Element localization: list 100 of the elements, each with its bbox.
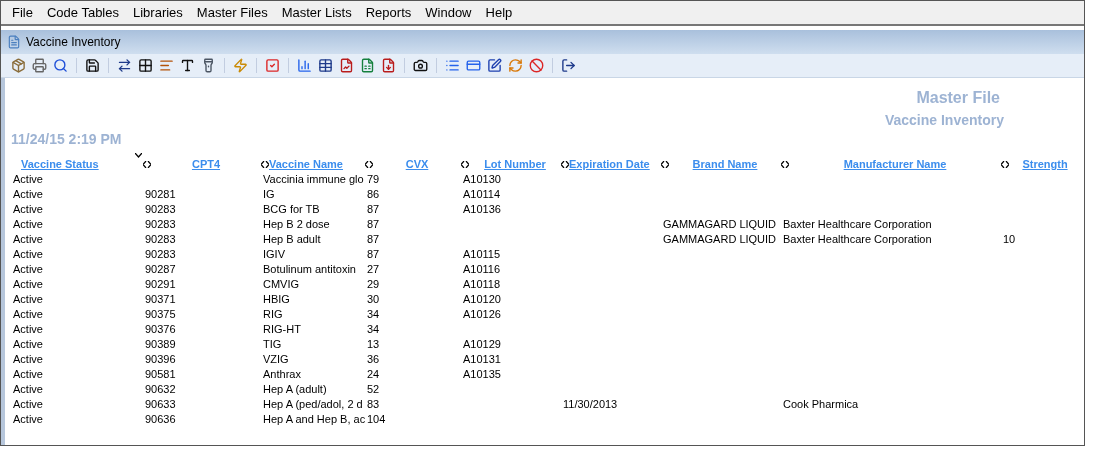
menu-item[interactable]: Master Lists — [274, 2, 359, 23]
table-cell: 34 — [367, 323, 380, 336]
resize-icon[interactable] — [365, 160, 373, 168]
resize-icon[interactable] — [261, 160, 269, 168]
table-cell: Active — [13, 398, 43, 411]
table-cell: 90375 — [145, 308, 176, 321]
table-cell: 11/30/2013 — [563, 398, 618, 411]
table-cell: Vaccinia immune glo — [263, 173, 364, 186]
table-icon[interactable] — [318, 58, 333, 73]
table-cell: 87 — [367, 233, 380, 246]
print-preview-icon[interactable] — [53, 58, 68, 73]
table-cell: VZIG — [263, 353, 289, 366]
menu-item[interactable]: Help — [478, 2, 520, 23]
table-cell: Hep A and Hep B, ac — [263, 413, 366, 426]
sort-caret-icon — [135, 153, 142, 158]
table-cell: Active — [13, 188, 43, 201]
column-header[interactable]: Manufacturer Name — [843, 155, 947, 173]
spreadsheet-icon[interactable] — [360, 58, 375, 73]
cancel-icon[interactable] — [529, 58, 544, 73]
card-icon[interactable] — [466, 58, 481, 73]
table-cell: 104 — [367, 413, 386, 426]
resize-icon[interactable] — [781, 160, 789, 168]
table-cell: A10130 — [463, 173, 501, 186]
table-cell: Hep A (ped/adol, 2 d — [263, 398, 363, 411]
table-cell: 90633 — [145, 398, 176, 411]
column-header[interactable]: Expiration Date — [569, 155, 650, 173]
window-title: Vaccine Inventory — [26, 34, 121, 51]
table-cell: Active — [13, 308, 43, 321]
column-header[interactable]: Vaccine Name — [269, 155, 343, 173]
table-cell: 30 — [367, 293, 380, 306]
flashlight-icon[interactable] — [201, 58, 216, 73]
table-cell: 36 — [367, 353, 380, 366]
table-cell: GAMMAGARD LIQUID — [663, 233, 777, 246]
save-icon[interactable] — [85, 58, 100, 73]
report-title: Master File — [916, 88, 1001, 108]
menu-item[interactable]: Code Tables — [39, 2, 126, 23]
table-cell: 34 — [367, 308, 380, 321]
arrows-icon[interactable] — [117, 58, 132, 73]
table-cell: 87 — [367, 203, 380, 216]
table-cell: A10136 — [463, 203, 501, 216]
table-cell: Hep A (adult) — [263, 383, 327, 396]
table-cell: GAMMAGARD LIQUID — [663, 218, 777, 231]
menu-item[interactable]: Master Files — [189, 2, 275, 23]
exit-icon[interactable] — [561, 58, 576, 73]
table-cell: A10115 — [463, 248, 501, 261]
table-cell: RIG — [263, 308, 283, 321]
table-cell: 90632 — [145, 383, 176, 396]
download-file-icon[interactable] — [381, 58, 396, 73]
resize-icon[interactable] — [461, 160, 469, 168]
refresh-icon[interactable] — [508, 58, 523, 73]
menu-item[interactable]: Reports — [358, 2, 419, 23]
chart-file-icon[interactable] — [339, 58, 354, 73]
table-cell: 24 — [367, 368, 380, 381]
table-cell: 87 — [367, 248, 380, 261]
text-box-icon[interactable] — [180, 58, 195, 73]
table-cell: Active — [13, 293, 43, 306]
list-icon[interactable] — [445, 58, 460, 73]
camera-icon[interactable] — [413, 58, 428, 73]
menu-item[interactable]: Window — [418, 2, 479, 23]
column-header[interactable]: Strength — [1022, 155, 1068, 173]
table-cell: 90371 — [145, 293, 176, 306]
table-cell: 90283 — [145, 233, 176, 246]
table-cell: 90376 — [145, 323, 176, 336]
table-cell: Active — [13, 263, 43, 276]
package-icon[interactable] — [11, 58, 26, 73]
table-cell: 87 — [367, 218, 380, 231]
table-cell: 79 — [367, 173, 380, 186]
resize-icon[interactable] — [1001, 160, 1009, 168]
column-header[interactable]: CVX — [405, 155, 429, 173]
column-header[interactable]: Lot Number — [484, 155, 546, 173]
table-cell: 90283 — [145, 203, 176, 216]
report-timestamp: 11/24/15 2:19 PM — [11, 130, 122, 149]
column-header[interactable]: Brand Name — [692, 155, 758, 173]
table-cell: 90281 — [145, 188, 176, 201]
printer-icon[interactable] — [32, 58, 47, 73]
column-header[interactable]: Vaccine Status — [21, 155, 99, 173]
table-cell: Active — [13, 218, 43, 231]
table-cell: 10 — [1003, 233, 1016, 246]
resize-icon[interactable] — [143, 160, 151, 168]
menu-item[interactable]: File — [5, 2, 40, 23]
table-cell: TIG — [263, 338, 282, 351]
resize-icon[interactable] — [561, 160, 569, 168]
grid-icon[interactable] — [138, 58, 153, 73]
table-cell: A10114 — [463, 188, 501, 201]
table-cell: Active — [13, 353, 43, 366]
table-cell: Anthrax — [263, 368, 301, 381]
table-cell: BCG for TB — [263, 203, 320, 216]
table-cell: A10135 — [463, 368, 501, 381]
checkbox-icon[interactable] — [265, 58, 280, 73]
table-cell: 13 — [367, 338, 380, 351]
resize-icon[interactable] — [661, 160, 669, 168]
bar-chart-icon[interactable] — [297, 58, 312, 73]
table-cell: 83 — [367, 398, 380, 411]
table-cell: Active — [13, 383, 43, 396]
table-cell: Active — [13, 413, 43, 426]
menu-item[interactable]: Libraries — [126, 2, 190, 23]
text-lines-icon[interactable] — [159, 58, 174, 73]
table-cell: 90636 — [145, 413, 176, 426]
column-header[interactable]: CPT4 — [191, 155, 221, 173]
edit-icon[interactable] — [487, 58, 502, 73]
